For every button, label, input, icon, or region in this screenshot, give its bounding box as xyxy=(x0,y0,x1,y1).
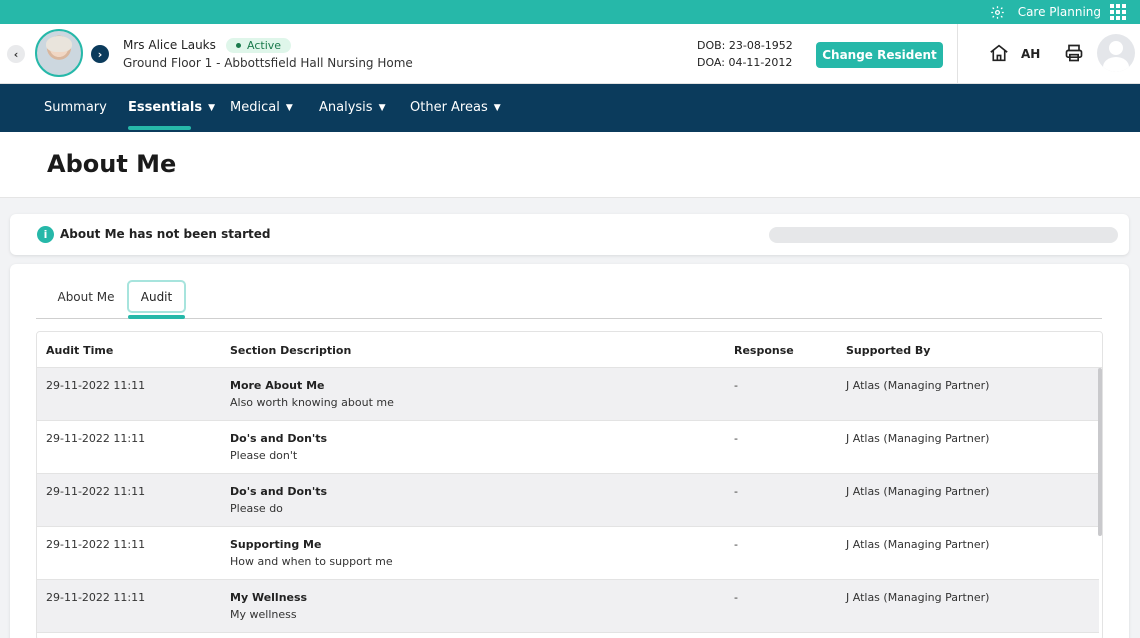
tab-audit[interactable]: Audit xyxy=(127,280,186,313)
audit-time-cell: 29-11-2022 11:11 xyxy=(46,485,146,498)
app-name-label[interactable]: Care Planning xyxy=(1018,5,1101,19)
table-header: Audit Time Section Description Response … xyxy=(37,332,1102,368)
column-header-section-description[interactable]: Section Description xyxy=(230,344,351,357)
nav-item-label: Essentials xyxy=(128,100,203,115)
status-message: About Me has not been started xyxy=(60,227,271,241)
table-row[interactable]: 29-11-2022 11:11 My Wellness My wellness … xyxy=(37,580,1099,633)
supported-by-cell: J Atlas (Managing Partner) xyxy=(846,538,990,551)
chevron-down-icon: ▼ xyxy=(378,102,386,113)
table-scrollbar[interactable] xyxy=(1098,368,1102,536)
section-description-cell: More About Me Also worth knowing about me xyxy=(230,379,394,409)
status-badge-label: Active xyxy=(247,39,282,52)
section-description-cell: Do's and Don'ts Please don't xyxy=(230,432,327,462)
section-subtitle: How and when to support me xyxy=(230,555,393,568)
resident-name: Mrs Alice Lauks xyxy=(123,38,216,52)
resident-doa: DOA: 04-11-2012 xyxy=(697,56,793,69)
nav-item-medical[interactable]: Medical ▼ xyxy=(230,100,293,115)
section-description-cell: Do's and Don'ts Please do xyxy=(230,485,327,515)
chevron-down-icon: ▼ xyxy=(285,102,293,113)
chevron-down-icon: ▼ xyxy=(493,102,501,113)
tab-active-indicator xyxy=(128,315,185,319)
response-cell: - xyxy=(734,538,738,551)
nav-item-summary[interactable]: Summary xyxy=(44,100,107,115)
supported-by-cell: J Atlas (Managing Partner) xyxy=(846,485,990,498)
section-title: More About Me xyxy=(230,379,325,392)
column-header-audit-time[interactable]: Audit Time xyxy=(46,344,113,357)
resident-avatar xyxy=(35,29,83,77)
response-cell: - xyxy=(734,485,738,498)
progress-bar xyxy=(769,227,1118,243)
user-initials[interactable]: AH xyxy=(1021,47,1040,61)
nav-item-label: Analysis xyxy=(319,100,373,115)
audit-time-cell: 29-11-2022 11:11 xyxy=(46,379,146,392)
audit-time-cell: 29-11-2022 11:11 xyxy=(46,538,146,551)
change-resident-button[interactable]: Change Resident xyxy=(816,42,943,68)
supported-by-cell: J Atlas (Managing Partner) xyxy=(846,379,990,392)
nav-item-analysis[interactable]: Analysis ▼ xyxy=(319,100,385,115)
nav-active-indicator xyxy=(128,126,191,130)
audit-card: About Me Audit Audit Time Section Descri… xyxy=(10,264,1129,638)
tab-about-me[interactable]: About Me xyxy=(46,280,126,313)
status-card: i About Me has not been started xyxy=(10,214,1129,255)
status-dot-icon xyxy=(236,43,241,48)
section-title: Do's and Don'ts xyxy=(230,485,328,498)
next-resident-button[interactable]: › xyxy=(91,45,109,63)
home-icon[interactable] xyxy=(989,44,1009,62)
section-subtitle: My wellness xyxy=(230,608,297,621)
table-row[interactable]: 29-11-2022 11:11 Supporting Me How and wh… xyxy=(37,527,1099,580)
supported-by-cell: J Atlas (Managing Partner) xyxy=(846,591,990,604)
table-row[interactable]: 29-11-2022 11:11 Do's and Don'ts Please d… xyxy=(37,421,1099,474)
response-cell: - xyxy=(734,591,738,604)
column-header-supported-by[interactable]: Supported By xyxy=(846,344,930,357)
section-description-cell: Supporting Me How and when to support me xyxy=(230,538,393,568)
resident-header: ‹ › Mrs Alice Lauks Active Ground Floor … xyxy=(0,24,1140,84)
audit-time-cell: 29-11-2022 11:11 xyxy=(46,432,146,445)
section-subtitle: Please don't xyxy=(230,449,298,462)
audit-table: Audit Time Section Description Response … xyxy=(36,331,1103,638)
top-bar: Care Planning xyxy=(0,0,1140,24)
section-title: Supporting Me xyxy=(230,538,322,551)
user-avatar[interactable] xyxy=(1097,34,1135,72)
response-cell: - xyxy=(734,432,738,445)
page-title: About Me xyxy=(47,150,177,178)
print-icon[interactable] xyxy=(1064,43,1084,63)
section-title: Do's and Don'ts xyxy=(230,432,328,445)
supported-by-cell: J Atlas (Managing Partner) xyxy=(846,432,990,445)
nav-item-other-areas[interactable]: Other Areas ▼ xyxy=(410,100,501,115)
section-subtitle: Please do xyxy=(230,502,283,515)
header-divider xyxy=(957,24,958,84)
resident-location: Ground Floor 1 - Abbottsfield Hall Nursi… xyxy=(123,56,413,70)
info-icon: i xyxy=(37,226,54,243)
nav-item-label: Other Areas xyxy=(410,100,488,115)
previous-resident-button[interactable]: ‹ xyxy=(7,45,25,63)
chevron-down-icon: ▼ xyxy=(208,102,215,113)
nav-item-label: Summary xyxy=(44,100,107,115)
nav-item-label: Medical xyxy=(230,100,280,115)
main-nav: Summary Essentials ▼ Medical ▼ Analysis ▼ O… xyxy=(0,84,1140,132)
section-subtitle: Also worth knowing about me xyxy=(230,396,394,409)
gear-icon[interactable] xyxy=(990,4,1006,20)
status-badge: Active xyxy=(226,38,292,53)
section-title: My Wellness xyxy=(230,591,308,604)
nav-item-essentials[interactable]: Essentials ▼ xyxy=(128,100,215,115)
table-row[interactable]: 29-11-2022 11:11 More About Me Also worth… xyxy=(37,368,1099,421)
tabs-divider xyxy=(36,318,1102,319)
section-description-cell: My Wellness My wellness xyxy=(230,591,307,621)
page-header: About Me xyxy=(0,132,1140,198)
column-header-response[interactable]: Response xyxy=(734,344,794,357)
audit-time-cell: 29-11-2022 11:11 xyxy=(46,591,146,604)
table-row[interactable]: 29-11-2022 11:11 Do's and Don'ts Please d… xyxy=(37,474,1099,527)
resident-dob: DOB: 23-08-1952 xyxy=(697,39,793,52)
response-cell: - xyxy=(734,379,738,392)
apps-grid-icon[interactable] xyxy=(1110,4,1126,20)
